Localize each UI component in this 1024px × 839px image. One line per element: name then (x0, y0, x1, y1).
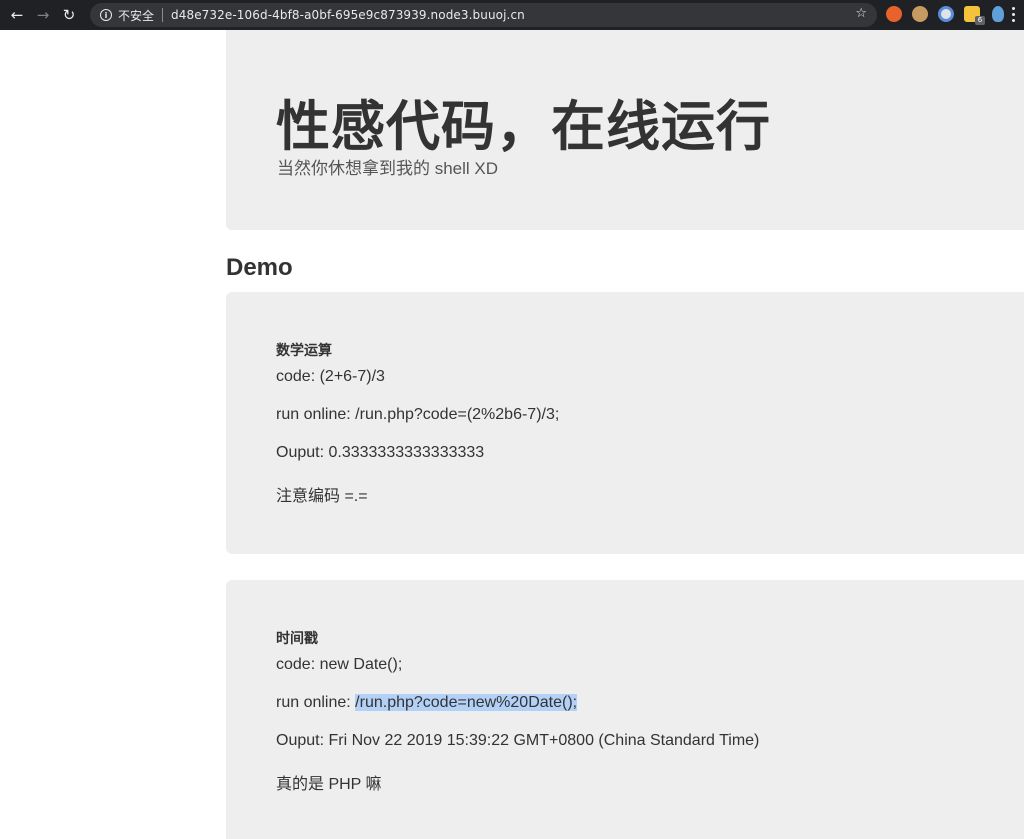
demo-heading: Demo (226, 254, 293, 281)
run-url-link[interactable]: /run.php?code=(2%2b6-7)/3; (355, 406, 559, 423)
security-label: 不安全 (118, 8, 155, 23)
divider (162, 8, 164, 22)
extension-badge: 6 (975, 16, 985, 25)
run-prefix: run online: (276, 406, 356, 423)
info-icon[interactable]: i (100, 9, 112, 21)
code-line: code: (2+6-7)/3 (276, 368, 385, 385)
lightbulb-extension-icon[interactable] (992, 6, 1004, 22)
demo-card-date: 时间戳 code: new Date(); run online: /run.p… (226, 580, 1024, 839)
run-online-line: run online: /run.php?code=new%20Date(); (276, 694, 578, 712)
url-text[interactable]: d48e732e-106d-4bf8-a0bf-695e9c873939.nod… (171, 8, 525, 22)
extension-1-icon[interactable] (886, 6, 902, 22)
extension-3-icon[interactable] (938, 6, 954, 22)
run-online-line: run online: /run.php?code=(2%2b6-7)/3; (276, 406, 559, 424)
output-line: Ouput: Fri Nov 22 2019 15:39:22 GMT+0800… (276, 732, 760, 749)
forward-arrow-icon[interactable]: → (30, 0, 56, 30)
code-line: code: new Date(); (276, 656, 403, 673)
card-title: 时间戳 (276, 630, 318, 646)
run-prefix: run online: (276, 694, 356, 711)
back-arrow-icon[interactable]: ← (4, 0, 30, 30)
page-title: 性感代码，在线运行 (276, 97, 771, 157)
cookie-extension-icon[interactable] (912, 6, 928, 22)
demo-card-math: 数学运算 code: (2+6-7)/3 run online: /run.ph… (226, 292, 1024, 554)
note-line: 注意编码 =.= (276, 488, 368, 505)
address-bar[interactable]: i 不安全 d48e732e-106d-4bf8-a0bf-695e9c8739… (90, 3, 877, 27)
run-url-link[interactable]: /run.php?code=new%20Date(); (355, 694, 578, 711)
reload-icon[interactable]: ↻ (56, 0, 82, 30)
browser-toolbar: ← → ↻ i 不安全 d48e732e-106d-4bf8-a0bf-695e… (0, 0, 1024, 30)
output-line: Ouput: 0.3333333333333333 (276, 444, 485, 461)
star-icon[interactable]: ☆ (855, 6, 867, 21)
page-subtitle: 当然你休想拿到我的 shell XD (277, 159, 499, 178)
menu-icon[interactable] (1012, 7, 1016, 22)
hero-panel: 性感代码，在线运行 当然你休想拿到我的 shell XD (226, 30, 1024, 230)
card-title: 数学运算 (276, 342, 332, 358)
note-line: 真的是 PHP 嘛 (276, 776, 382, 793)
